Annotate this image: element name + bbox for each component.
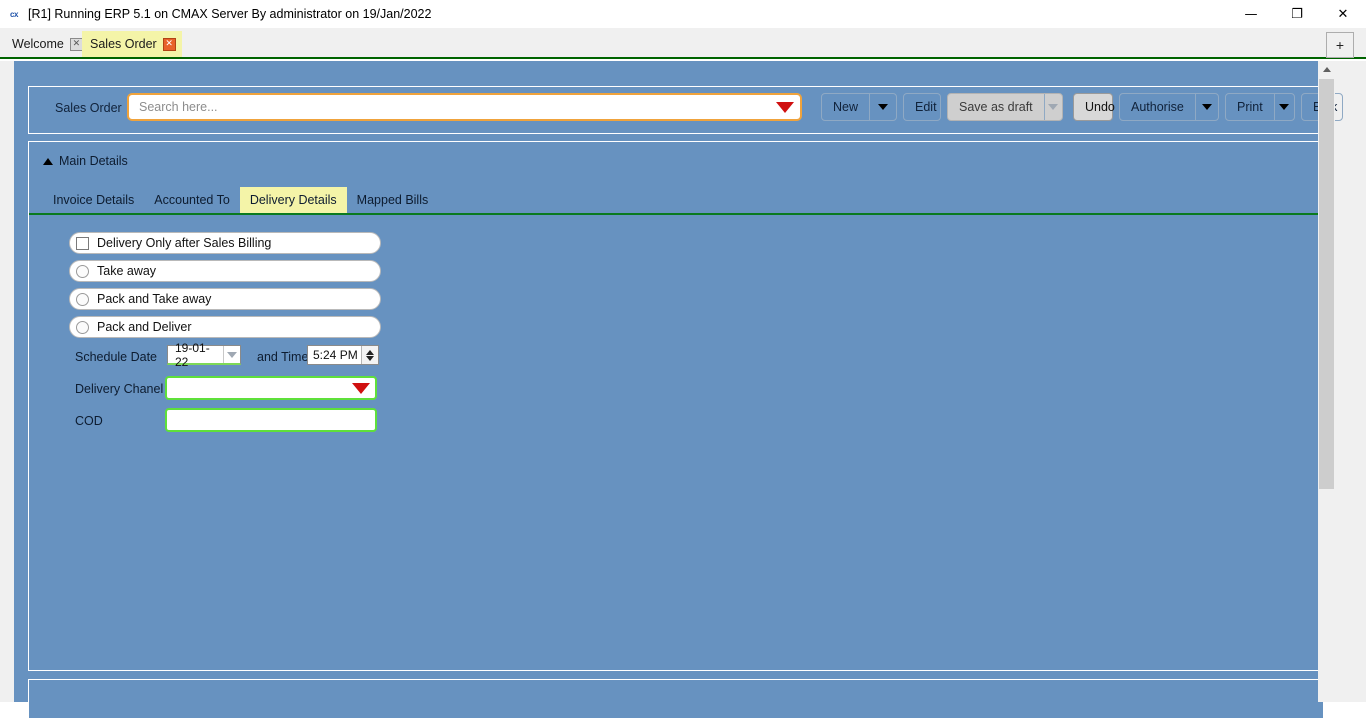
option-take-away[interactable]: Take away [69, 260, 381, 282]
new-chevron-down-icon[interactable] [869, 94, 896, 120]
option-pack-and-take-away[interactable]: Pack and Take away [69, 288, 381, 310]
tab-welcome[interactable]: Welcome ✕ [4, 31, 89, 57]
detail-tabs: Invoice Details Accounted To Delivery De… [29, 187, 1323, 215]
save-as-draft-chevron-down-icon[interactable] [1043, 94, 1062, 120]
delivery-channel-dropdown-icon[interactable] [347, 378, 375, 398]
minimize-button[interactable]: — [1228, 0, 1274, 28]
content-canvas: Sales Order New Edit Save as draft Undo [14, 61, 1343, 719]
option-delivery-only-after-sales-billing[interactable]: Delivery Only after Sales Billing [69, 232, 381, 254]
print-button-label: Print [1237, 100, 1263, 114]
restore-button[interactable]: ❐ [1274, 0, 1320, 28]
main-details-panel: Main Details Invoice Details Accounted T… [28, 141, 1324, 671]
option-label: Pack and Deliver [97, 320, 192, 334]
time-value: 5:24 PM [313, 348, 358, 362]
save-as-draft-button[interactable]: Save as draft [947, 93, 1063, 121]
close-button[interactable]: ✕ [1320, 0, 1366, 28]
add-tab-button[interactable]: + [1326, 32, 1354, 58]
radio-icon[interactable] [76, 264, 89, 278]
module-label: Sales Order [55, 101, 122, 115]
radio-icon[interactable] [76, 292, 89, 306]
tab-accounted-to[interactable]: Accounted To [144, 187, 240, 213]
delivery-channel-label: Delivery Chanel [75, 382, 164, 396]
scrollbar-thumb[interactable] [1319, 79, 1334, 489]
schedule-date-value: 19-01-22 [175, 340, 210, 369]
vertical-scrollbar[interactable] [1318, 61, 1335, 702]
search-dropdown-icon[interactable] [770, 95, 800, 119]
search-input[interactable] [129, 95, 770, 119]
authorise-button[interactable]: Authorise [1119, 93, 1219, 121]
tab-sales-order-label: Sales Order [90, 37, 157, 51]
checkbox-icon[interactable] [76, 236, 89, 250]
authorise-button-label: Authorise [1131, 100, 1184, 114]
app-icon: cx [10, 9, 18, 19]
tab-welcome-close-icon[interactable]: ✕ [69, 37, 83, 51]
authorise-chevron-down-icon[interactable] [1194, 94, 1218, 120]
print-button[interactable]: Print [1225, 93, 1295, 121]
delivery-channel-select[interactable] [165, 376, 377, 400]
tab-invoice-details[interactable]: Invoice Details [43, 187, 144, 213]
window-title: [R1] Running ERP 5.1 on CMAX Server By a… [28, 7, 432, 21]
option-label: Delivery Only after Sales Billing [97, 236, 272, 250]
main-details-title: Main Details [59, 154, 128, 168]
time-field[interactable]: 5:24 PM [307, 345, 379, 365]
new-button-label: New [833, 100, 859, 114]
application-tabstrip: Welcome ✕ Sales Order ✕ + [0, 28, 1366, 59]
scrollbar-up-arrow-icon[interactable] [1318, 61, 1335, 78]
radio-icon[interactable] [76, 320, 89, 334]
cod-field[interactable] [165, 408, 377, 432]
search-box[interactable] [127, 93, 802, 121]
cod-label: COD [75, 414, 103, 428]
time-stepper[interactable] [361, 346, 378, 364]
edit-button-label: Edit [915, 100, 937, 114]
option-label: Take away [97, 264, 157, 278]
option-pack-and-deliver[interactable]: Pack and Deliver [69, 316, 381, 338]
tab-delivery-details[interactable]: Delivery Details [239, 187, 347, 213]
window-controls: — ❐ ✕ [1228, 0, 1366, 28]
save-as-draft-button-label: Save as draft [959, 100, 1033, 114]
application-body: Sales Order New Edit Save as draft Undo [0, 61, 1366, 719]
schedule-date-picker[interactable]: 19-01-22 [167, 341, 241, 369]
undo-button[interactable]: Undo [1073, 93, 1115, 121]
print-chevron-down-icon[interactable] [1273, 94, 1294, 120]
schedule-date-label: Schedule Date [75, 350, 158, 364]
bottom-panel [28, 679, 1324, 719]
stepper-up-icon[interactable] [366, 349, 374, 355]
new-button[interactable]: New [821, 93, 897, 121]
option-label: Pack and Take away [97, 292, 212, 306]
cod-input[interactable] [167, 410, 375, 430]
edit-button[interactable]: Edit [903, 93, 941, 121]
tab-welcome-label: Welcome [12, 37, 64, 51]
collapse-triangle-up-icon[interactable] [43, 157, 53, 165]
stepper-down-icon[interactable] [366, 355, 374, 361]
time-label: and Time [257, 350, 309, 364]
main-details-header[interactable]: Main Details [43, 154, 128, 168]
tab-sales-order[interactable]: Sales Order ✕ [82, 31, 182, 57]
toolbar-panel: Sales Order New Edit Save as draft Undo [28, 86, 1343, 134]
tab-mapped-bills[interactable]: Mapped Bills [347, 187, 439, 213]
date-chevron-down-icon[interactable] [223, 346, 240, 363]
tab-sales-order-close-icon[interactable]: ✕ [162, 37, 176, 51]
window-titlebar: cx [R1] Running ERP 5.1 on CMAX Server B… [0, 0, 1366, 28]
